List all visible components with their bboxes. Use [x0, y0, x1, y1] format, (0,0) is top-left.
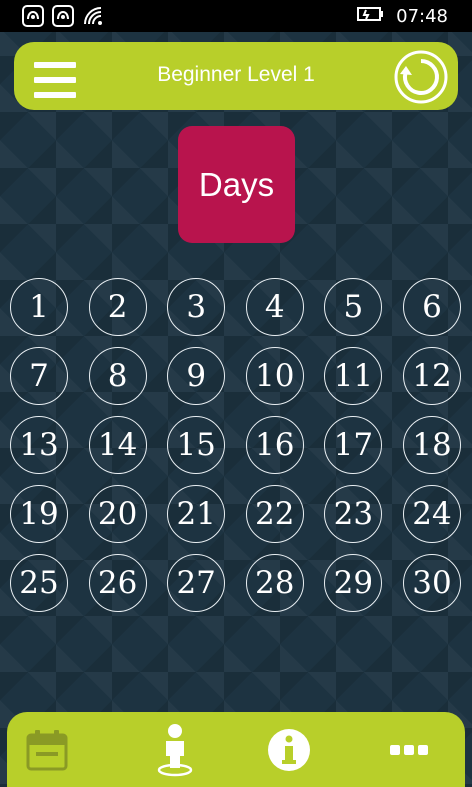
day-button[interactable]: 5 — [324, 278, 383, 336]
day-button[interactable]: 17 — [324, 416, 383, 474]
day-button[interactable]: 15 — [167, 416, 226, 474]
day-button[interactable]: 20 — [88, 485, 147, 543]
day-button[interactable]: 25 — [10, 554, 68, 612]
category-label: Days — [198, 165, 275, 203]
day-button[interactable]: 19 — [10, 485, 68, 543]
day-button[interactable]: 21 — [167, 485, 226, 543]
wifi-icon — [82, 5, 104, 27]
notification-icon — [22, 5, 44, 27]
day-button[interactable]: 18 — [402, 416, 461, 474]
day-button[interactable]: 4 — [245, 278, 304, 336]
day-button[interactable]: 29 — [324, 554, 383, 612]
info-icon[interactable] — [259, 722, 319, 778]
day-button[interactable]: 27 — [167, 554, 226, 612]
calendar-icon[interactable] — [17, 722, 77, 778]
bottom-app-bar — [7, 712, 465, 787]
day-button[interactable]: 24 — [402, 485, 461, 543]
day-button[interactable]: 11 — [324, 347, 383, 405]
day-button[interactable]: 6 — [402, 278, 461, 336]
day-button[interactable]: 1 — [10, 278, 68, 336]
header-bar: Beginner Level 1 — [14, 42, 458, 110]
day-button[interactable]: 30 — [402, 554, 461, 612]
day-button[interactable]: 10 — [245, 347, 304, 405]
status-time: 07:48 — [396, 5, 448, 27]
day-button[interactable]: 28 — [245, 554, 304, 612]
day-button[interactable]: 13 — [10, 416, 68, 474]
day-button[interactable]: 2 — [88, 278, 147, 336]
day-button[interactable]: 12 — [402, 347, 461, 405]
day-button[interactable]: 22 — [245, 485, 304, 543]
day-button[interactable]: 23 — [324, 485, 383, 543]
day-button[interactable]: 7 — [10, 347, 68, 405]
reload-icon[interactable] — [394, 50, 448, 104]
day-grid: 1 2 3 4 5 6 7 8 9 10 11 12 13 14 15 16 1… — [10, 278, 470, 614]
category-card: Days — [178, 126, 295, 243]
day-button[interactable]: 8 — [88, 347, 147, 405]
status-bar: 07:48 — [0, 0, 472, 32]
day-button[interactable]: 3 — [167, 278, 226, 336]
day-button[interactable]: 26 — [88, 554, 147, 612]
person-icon[interactable] — [145, 722, 205, 778]
notification-icon — [52, 5, 74, 27]
day-button[interactable]: 16 — [245, 416, 304, 474]
page-title: Beginner Level 1 — [157, 63, 315, 86]
day-button[interactable]: 9 — [167, 347, 226, 405]
more-icon[interactable] — [379, 722, 439, 778]
day-button[interactable]: 14 — [88, 416, 147, 474]
battery-icon — [356, 5, 386, 27]
